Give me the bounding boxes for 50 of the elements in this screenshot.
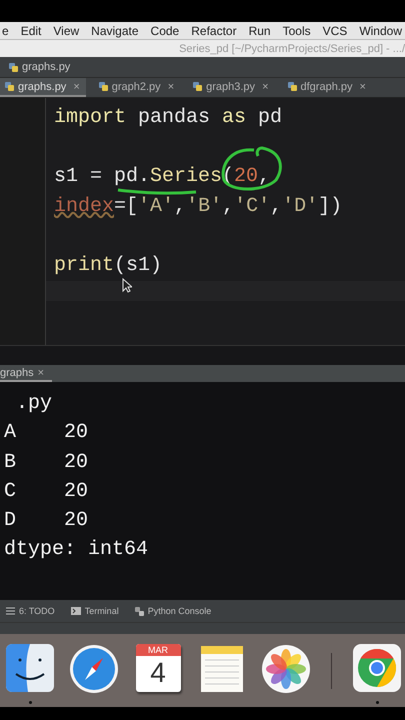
close-icon[interactable]: × — [359, 80, 366, 92]
notepad-icon[interactable] — [199, 644, 245, 694]
code-line: print(s1) — [54, 254, 162, 276]
output-line: dtype: int64 — [4, 538, 148, 562]
output-line: B 20 — [4, 450, 88, 474]
editor-tab[interactable]: graph3.py × — [188, 78, 274, 97]
close-icon[interactable]: × — [38, 366, 44, 378]
menu-item[interactable]: Refactor — [191, 24, 237, 38]
python-file-icon — [286, 81, 298, 92]
close-icon[interactable]: × — [262, 80, 268, 92]
tool-window-button[interactable]: 6: TODO — [6, 606, 55, 616]
menu-item[interactable]: Edit — [20, 24, 42, 38]
breadcrumb-item[interactable]: graphs.py — [22, 61, 70, 73]
menu-item[interactable]: Window — [359, 24, 402, 38]
python-file-icon — [4, 81, 15, 92]
output-line: D 20 — [4, 509, 88, 532]
tool-window-button[interactable]: Terminal — [70, 606, 119, 616]
python-file-icon — [8, 62, 19, 72]
calendar-icon[interactable]: MAR 4 — [136, 644, 180, 692]
code-line: index=['A','B','C','D']) — [54, 194, 342, 218]
editor-tab[interactable]: graph2.py × — [94, 78, 180, 97]
tool-window-button[interactable]: Python Console — [134, 606, 212, 616]
menu-item[interactable]: Navigate — [91, 24, 139, 38]
flower-icon[interactable] — [261, 644, 311, 694]
close-icon[interactable]: × — [73, 80, 80, 92]
calendar-month: MAR — [136, 644, 180, 656]
code-line: import pandas as pd — [54, 106, 282, 129]
browser-icon[interactable] — [353, 644, 401, 692]
calendar-day: 4 — [136, 656, 180, 692]
close-icon[interactable]: × — [168, 80, 174, 92]
output-line: .py — [15, 392, 52, 415]
editor-tab[interactable]: dfgraph.py × — [282, 78, 372, 97]
compass-icon[interactable] — [69, 644, 119, 694]
python-file-icon — [98, 81, 109, 92]
python-file-icon — [192, 81, 204, 92]
list-icon — [6, 607, 15, 615]
output-line: A 20 — [4, 421, 88, 444]
window-title: Series_pd [~/PycharmProjects/Series_pd] - .../ — [179, 42, 405, 54]
menu-item[interactable]: Tools — [282, 24, 311, 38]
menu-item[interactable]: Code — [150, 24, 180, 38]
editor-tab[interactable]: graphs.py × — [0, 78, 86, 97]
menu-item[interactable]: VCS — [322, 24, 348, 38]
menu-item[interactable]: e — [2, 24, 9, 38]
output-line: C 20 — [4, 480, 88, 503]
menu-item[interactable]: Run — [248, 24, 271, 38]
menu-item[interactable]: View — [53, 24, 80, 38]
mouse-pointer-icon — [122, 278, 132, 293]
python-icon — [134, 606, 144, 616]
finder-icon[interactable] — [6, 644, 54, 692]
terminal-icon — [70, 607, 81, 615]
